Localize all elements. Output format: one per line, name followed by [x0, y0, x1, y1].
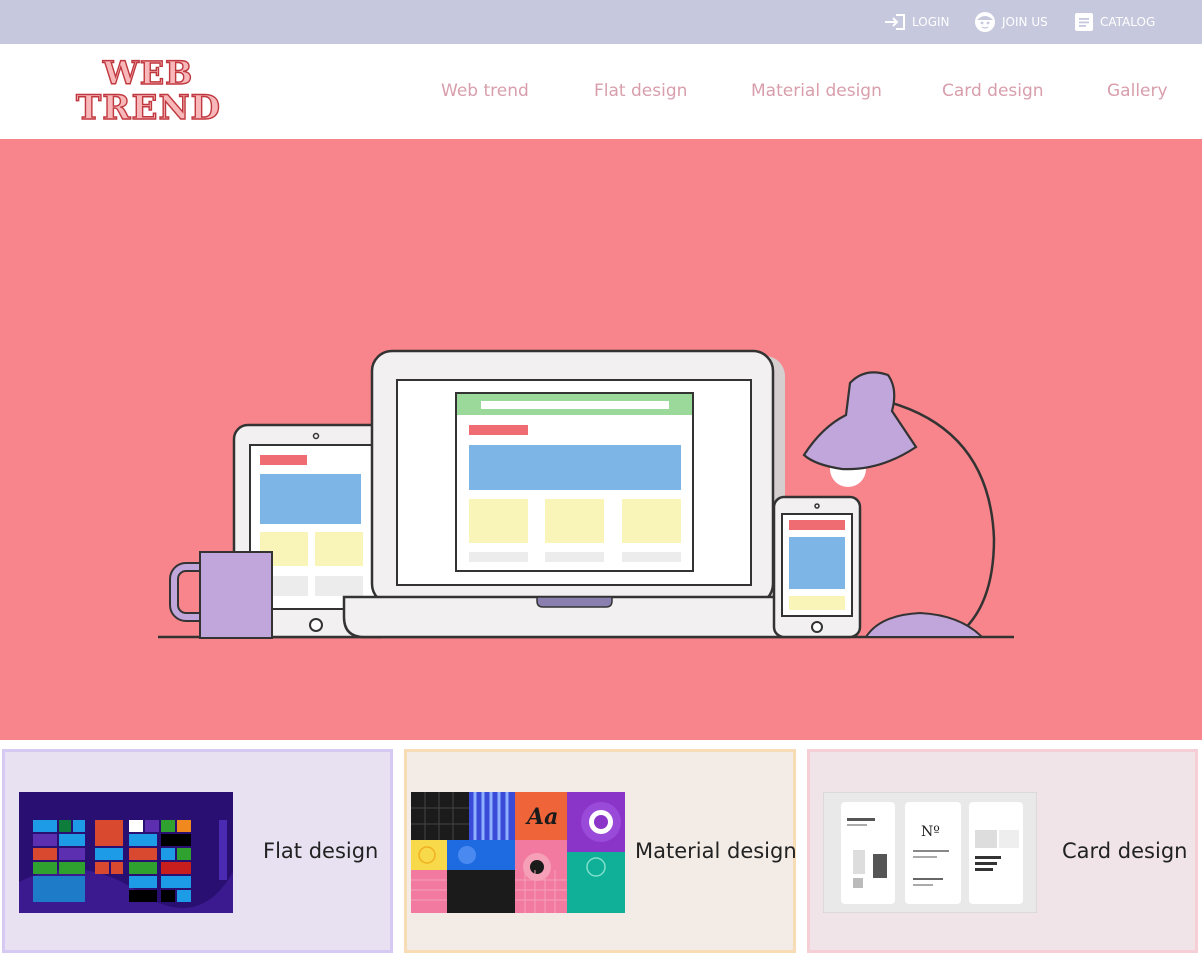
mug-icon [169, 551, 273, 639]
logo-line-trend: TREND [75, 87, 222, 128]
login-link[interactable]: LOGIN [884, 0, 950, 44]
material-tiles-image: Aa [411, 792, 625, 913]
logo-line-web: WEB [102, 53, 194, 92]
site-header: WEB TREND Web trend Flat design Material… [0, 44, 1202, 139]
site-logo[interactable]: WEB TREND [75, 53, 222, 132]
top-utility-bar: LOGIN JOIN US CATALOG [0, 0, 1202, 44]
card-layout-image: Nº [823, 792, 1037, 913]
nav-card-design[interactable]: Card design [942, 44, 1044, 139]
material-design-thumbnail: Aa [411, 792, 625, 913]
nav-web-trend[interactable]: Web trend [441, 44, 529, 139]
join-us-link[interactable]: JOIN US [974, 0, 1048, 44]
catalog-link[interactable]: CATALOG [1074, 0, 1155, 44]
card-card-design[interactable]: Nº Card design [807, 749, 1198, 953]
nav-material-design[interactable]: Material design [751, 44, 882, 139]
flat-design-thumbnail [19, 792, 233, 913]
nav-flat-design[interactable]: Flat design [594, 44, 687, 139]
nav-gallery[interactable]: Gallery [1107, 44, 1168, 139]
catalog-label: CATALOG [1100, 15, 1156, 29]
card-title: Card design [1062, 839, 1188, 863]
svg-text:Nº: Nº [921, 824, 940, 840]
card-material-design[interactable]: Aa Material design [404, 749, 797, 953]
laptop-icon [342, 349, 804, 639]
card-design-thumbnail: Nº [823, 792, 1037, 913]
catalog-icon [1075, 13, 1093, 31]
join-us-label: JOIN US [1002, 15, 1048, 29]
user-face-icon [975, 12, 995, 32]
card-title: Material design [635, 839, 797, 863]
hero-illustration [158, 349, 1014, 639]
login-icon [885, 14, 905, 30]
phone-icon [772, 495, 862, 639]
svg-text:Aa: Aa [525, 804, 558, 830]
card-flat-design[interactable]: Flat design [2, 749, 393, 953]
windows-start-screen-image [19, 792, 233, 913]
hero-banner [0, 139, 1202, 740]
login-label: LOGIN [912, 15, 950, 29]
card-title: Flat design [263, 839, 379, 863]
